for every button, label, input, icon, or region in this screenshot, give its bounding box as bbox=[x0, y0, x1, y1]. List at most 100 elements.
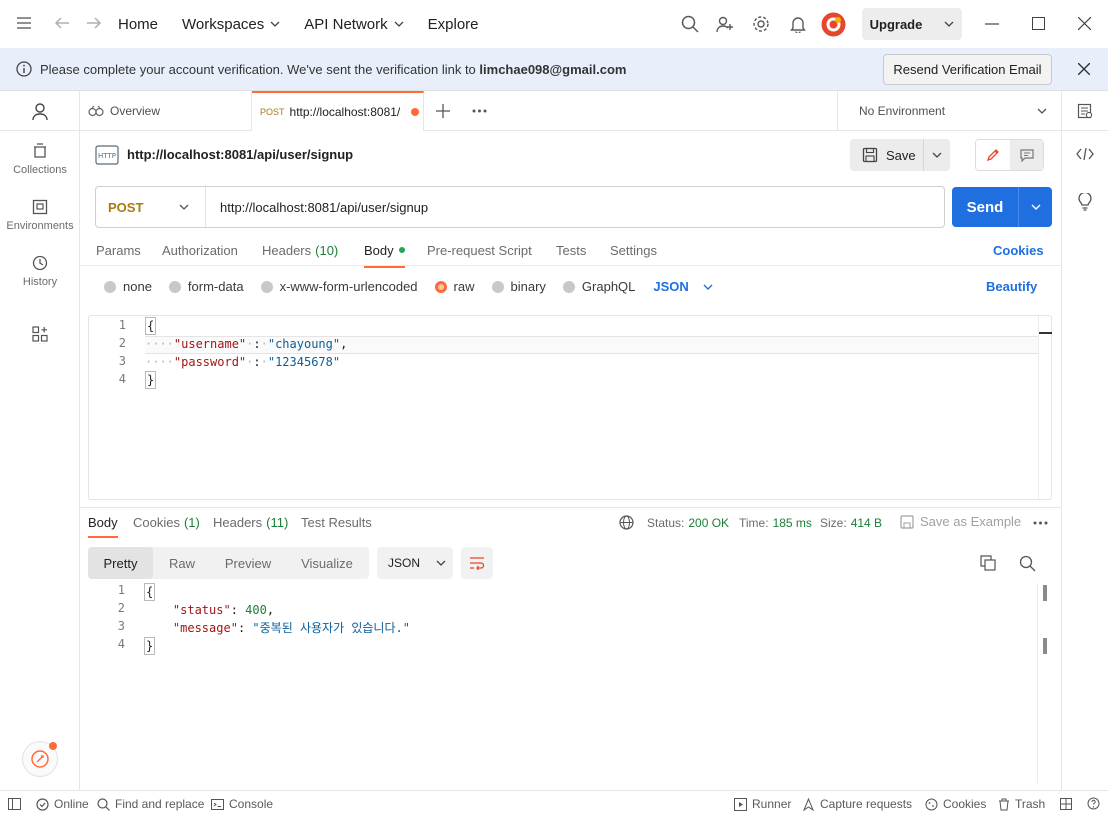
layout-icon[interactable] bbox=[1060, 798, 1072, 810]
collections-icon bbox=[34, 143, 46, 158]
send-options-button[interactable] bbox=[1019, 187, 1052, 227]
tab-params[interactable]: Params bbox=[96, 243, 141, 258]
upgrade-button[interactable]: Upgrade bbox=[862, 8, 962, 40]
sidebar-item-environments[interactable]: Environments bbox=[0, 199, 80, 232]
search-response-icon[interactable] bbox=[1019, 555, 1036, 572]
beautify-link[interactable]: Beautify bbox=[986, 279, 1037, 294]
save-as-example-button[interactable]: Save as Example bbox=[900, 514, 1021, 529]
response-tab-headers[interactable]: Headers (11) bbox=[213, 515, 288, 530]
body-format-select[interactable]: JSON bbox=[653, 279, 713, 294]
environment-selector[interactable]: No Environment bbox=[837, 91, 1061, 131]
sidebar-item-history[interactable]: History bbox=[0, 255, 80, 288]
console-button[interactable]: Console bbox=[211, 797, 273, 811]
request-name[interactable]: http://localhost:8081/api/user/signup bbox=[127, 147, 353, 162]
avatar[interactable] bbox=[821, 12, 846, 37]
environment-quick-look[interactable] bbox=[1061, 91, 1108, 131]
view-pretty[interactable]: Pretty bbox=[88, 547, 153, 579]
view-preview[interactable]: Preview bbox=[211, 547, 285, 579]
tab-tests[interactable]: Tests bbox=[556, 243, 586, 258]
url-input[interactable]: http://localhost:8081/api/user/signup bbox=[206, 200, 428, 215]
edit-mode-button[interactable] bbox=[976, 140, 1010, 170]
view-raw[interactable]: Raw bbox=[153, 547, 211, 579]
radio-graphql[interactable]: GraphQL bbox=[562, 279, 635, 294]
resend-verification-button[interactable]: Resend Verification Email bbox=[883, 54, 1052, 85]
code-snippet-icon[interactable] bbox=[1076, 147, 1094, 161]
minimize-window-icon[interactable] bbox=[985, 23, 999, 25]
response-scrollbar[interactable] bbox=[1037, 583, 1052, 783]
pane-divider[interactable] bbox=[80, 507, 1061, 508]
editor-scrollbar[interactable] bbox=[1038, 316, 1052, 499]
online-status[interactable]: Online bbox=[36, 797, 89, 811]
back-arrow-icon[interactable] bbox=[54, 16, 70, 30]
method-select[interactable]: POST bbox=[96, 187, 206, 227]
find-and-replace[interactable]: Find and replace bbox=[97, 797, 204, 811]
response-format-select[interactable]: JSON bbox=[377, 547, 453, 579]
nav-explore[interactable]: Explore bbox=[428, 16, 479, 33]
tab-headers[interactable]: Headers (10) bbox=[262, 243, 338, 258]
settings-gear-icon[interactable] bbox=[752, 15, 770, 33]
request-body-editor[interactable]: 1 2 3 4 { ····"username"·:·"chayoung", ·… bbox=[88, 315, 1052, 500]
sidebar-item-collections[interactable]: Collections bbox=[0, 143, 80, 176]
response-tab-test-results[interactable]: Test Results bbox=[301, 515, 372, 530]
response-size[interactable]: Size: 414 B bbox=[820, 516, 882, 530]
view-visualize[interactable]: Visualize bbox=[285, 547, 369, 579]
send-button[interactable]: Send bbox=[952, 187, 1019, 227]
notification-bell-icon[interactable] bbox=[789, 15, 807, 33]
capture-requests-button[interactable]: Capture requests bbox=[802, 797, 912, 811]
nav-api-network[interactable]: API Network bbox=[304, 16, 404, 33]
response-body-viewer[interactable]: 1 2 3 4 { ····"status": 400, ····"messag… bbox=[88, 583, 1052, 783]
tab-authorization[interactable]: Authorization bbox=[162, 243, 238, 258]
menu-icon[interactable] bbox=[16, 16, 32, 30]
body-mode-group: none form-data x-www-form-urlencoded raw… bbox=[104, 279, 713, 294]
forward-arrow-icon[interactable] bbox=[86, 16, 102, 30]
close-window-icon[interactable] bbox=[1078, 17, 1091, 30]
nav-workspaces[interactable]: Workspaces bbox=[182, 16, 280, 33]
chevron-down-icon bbox=[179, 204, 189, 210]
copy-icon[interactable] bbox=[980, 555, 996, 571]
save-options-button[interactable] bbox=[924, 139, 950, 171]
sidebar-item-label: Collections bbox=[13, 164, 67, 176]
invite-user-icon[interactable] bbox=[716, 15, 734, 33]
pencil-icon bbox=[986, 149, 999, 162]
new-tab-plus-icon[interactable] bbox=[436, 104, 450, 118]
more-tabs-icon[interactable] bbox=[472, 109, 487, 113]
help-assistant-button[interactable] bbox=[22, 741, 58, 777]
tab-pre-request-script[interactable]: Pre-request Script bbox=[427, 243, 532, 258]
help-icon[interactable] bbox=[1087, 797, 1100, 810]
response-status[interactable]: Status: 200 OK bbox=[647, 516, 729, 530]
cookies-button[interactable]: Cookies bbox=[925, 797, 986, 811]
response-tab-body[interactable]: Body bbox=[88, 515, 118, 538]
body-indicator-dot bbox=[398, 247, 405, 253]
lightbulb-icon[interactable] bbox=[1077, 193, 1093, 211]
radio-none[interactable]: none bbox=[104, 279, 152, 294]
tab-overview[interactable]: Overview bbox=[80, 91, 252, 131]
close-banner-icon[interactable] bbox=[1078, 63, 1090, 75]
save-button[interactable]: Save bbox=[850, 139, 924, 171]
radio-x-www-form-urlencoded[interactable]: x-www-form-urlencoded bbox=[260, 279, 418, 294]
globe-icon[interactable] bbox=[619, 515, 634, 530]
code-brace-close: } bbox=[145, 371, 157, 389]
configure-sidebar-icon[interactable] bbox=[32, 326, 48, 342]
scrollbar-marker bbox=[1043, 638, 1047, 654]
response-tab-cookies[interactable]: Cookies (1) bbox=[133, 515, 200, 530]
maximize-window-icon[interactable] bbox=[1032, 17, 1045, 30]
wrap-lines-button[interactable] bbox=[461, 547, 493, 579]
scrollbar-thumb[interactable] bbox=[1043, 585, 1047, 601]
more-options-icon[interactable] bbox=[1033, 521, 1048, 525]
trash-button[interactable]: Trash bbox=[998, 797, 1045, 811]
runner-button[interactable]: Runner bbox=[734, 797, 791, 811]
user-profile-icon[interactable] bbox=[32, 103, 48, 121]
comments-mode-button[interactable] bbox=[1010, 140, 1043, 170]
toggle-sidebar-icon[interactable] bbox=[8, 798, 21, 810]
tab-active-request[interactable]: POST http://localhost:8081/ bbox=[252, 91, 424, 131]
tab-settings[interactable]: Settings bbox=[610, 243, 657, 258]
radio-raw[interactable]: raw bbox=[434, 279, 475, 294]
radio-binary[interactable]: binary bbox=[491, 279, 546, 294]
tab-overview-label: Overview bbox=[110, 104, 161, 118]
response-headers-count: (11) bbox=[266, 515, 289, 530]
search-icon[interactable] bbox=[681, 15, 699, 33]
nav-home[interactable]: Home bbox=[118, 16, 158, 33]
response-time[interactable]: Time: 185 ms bbox=[739, 516, 812, 530]
radio-form-data[interactable]: form-data bbox=[168, 279, 244, 294]
cookies-link[interactable]: Cookies bbox=[993, 243, 1044, 258]
